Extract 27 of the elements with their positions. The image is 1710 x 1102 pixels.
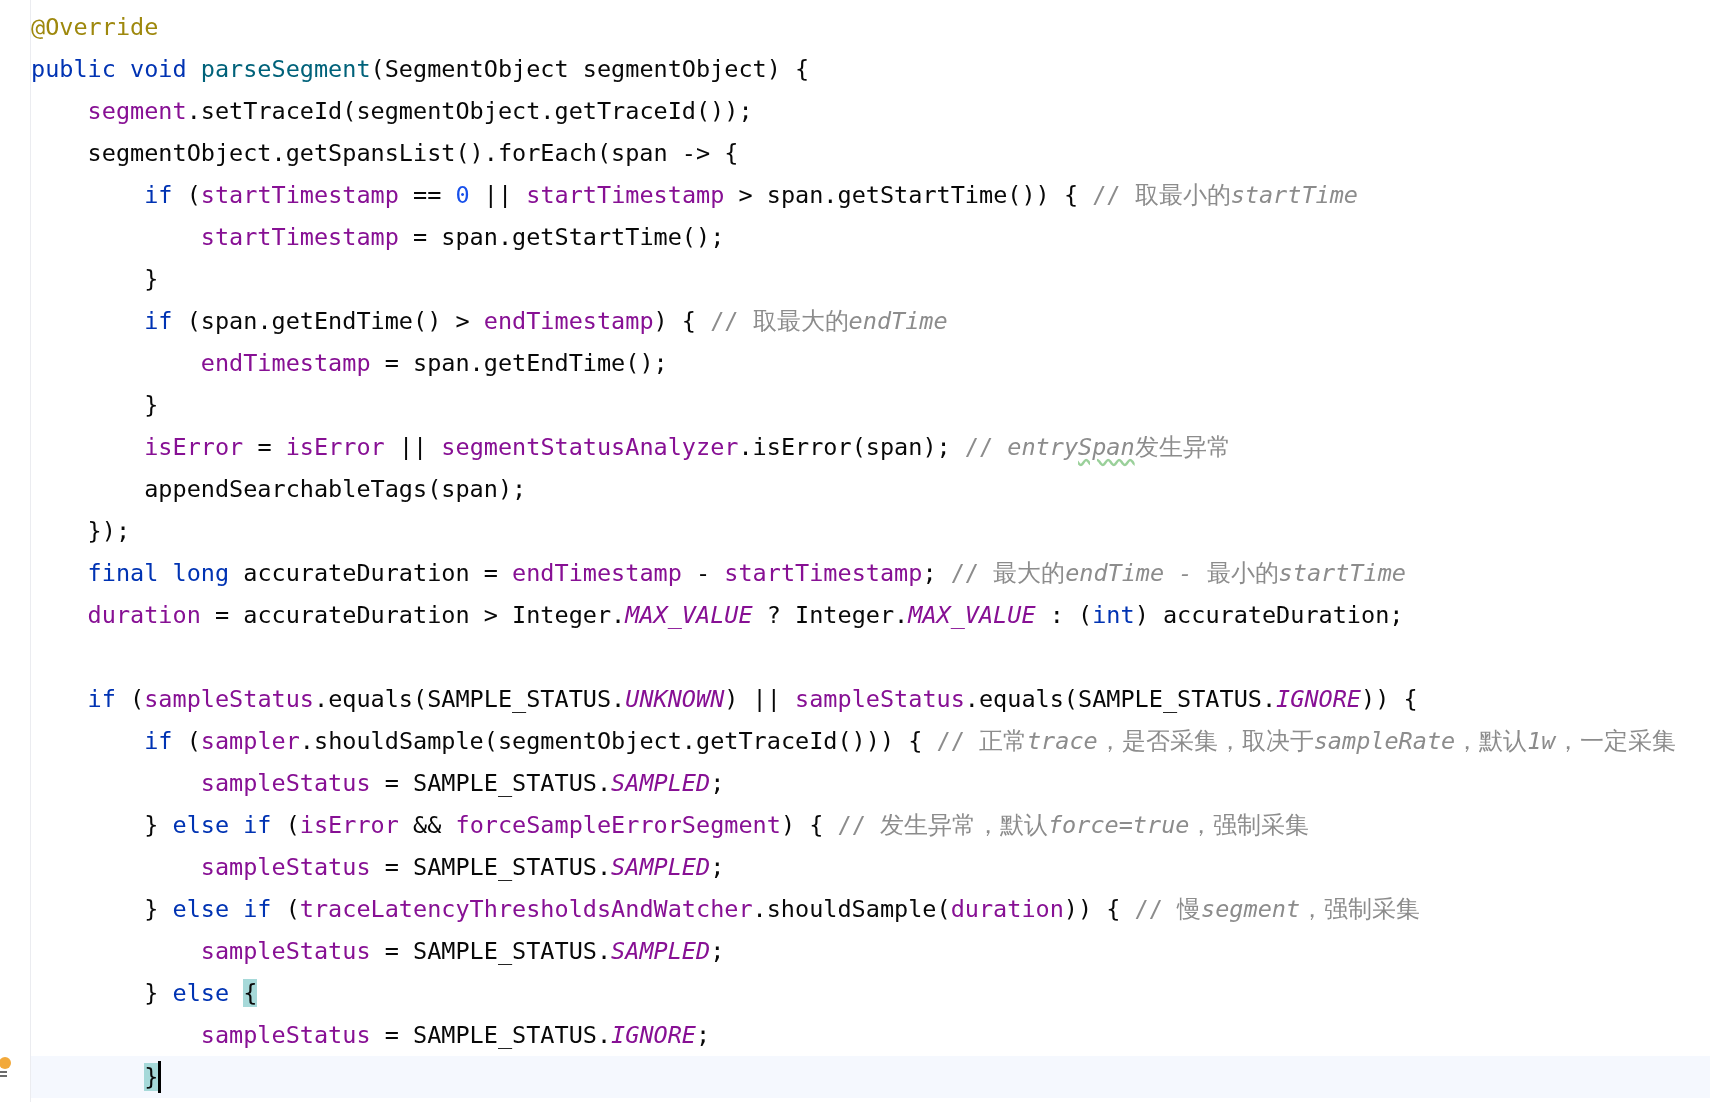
code-line: isError = isError || segmentStatusAnalyzer.isError(span); // entrySpan发生异常 — [143, 432, 1231, 463]
code-line: } — [143, 265, 159, 293]
code-line: if (sampler.shouldSample(segmentObject.getTraceId())) { // 正常 trace，是否采集，取决于sampleRate，默认1w，一定采集 — [143, 726, 1676, 757]
code-line: endTimestamp = span.getEndTime(); — [199, 349, 668, 377]
code-line: final long accurateDuration = endTimestamp - startTimestamp; // 最大的endTime - 最小的startTime — [86, 558, 1406, 589]
code-line: appendSearchableTags(span); — [143, 475, 527, 503]
text-caret — [158, 1061, 162, 1093]
code-line: segment.setTraceId(segmentObject.getTraceId()); — [86, 97, 753, 125]
lightbulb-icon[interactable] — [0, 1057, 14, 1079]
code-line: if (startTimestamp == 0 || startTimestamp > span.getStartTime()) { // 取最小的startTime — [143, 180, 1358, 211]
code-line: if (span.getEndTime() > endTimestamp) { // 取最大的endTime — [143, 306, 948, 337]
code-line: } — [143, 391, 159, 419]
code-line: }); — [86, 517, 131, 545]
code-line: @Override — [31, 13, 159, 41]
code-line: if (sampleStatus.equals(SAMPLE_STATUS.UNKNOWN) || sampleStatus.equals(SAMPLE_STATUS.IGNORE)) { — [86, 685, 1418, 713]
code-editor[interactable] — [0, 0, 1710, 1102]
code-line: } else if (traceLatencyThresholdsAndWatcher.shouldSample(duration)) { // 慢segment，强制采集 — [143, 894, 1421, 925]
code-line: sampleStatus = SAMPLE_STATUS.SAMPLED; — [199, 853, 725, 881]
code-line: } else if (isError && forceSampleErrorSegment) { // 发生异常，默认force=true，强制采集 — [143, 810, 1310, 841]
code-line: startTimestamp = span.getStartTime(); — [199, 223, 725, 251]
code-line: sampleStatus = SAMPLE_STATUS.IGNORE; — [199, 1021, 711, 1049]
code-line: sampleStatus = SAMPLE_STATUS.SAMPLED; — [199, 769, 725, 797]
code-line: segmentObject.getSpansList().forEach(span -> { — [86, 139, 739, 167]
code-line: public void parseSegment(SegmentObject segmentObject) { — [31, 55, 810, 83]
code-line: } else { — [143, 979, 258, 1007]
code-line: duration = accurateDuration > Integer.MAX_VALUE ? Integer.MAX_VALUE : (int) accurateDuration; — [86, 601, 1404, 629]
code-line: sampleStatus = SAMPLE_STATUS.SAMPLED; — [199, 937, 725, 965]
